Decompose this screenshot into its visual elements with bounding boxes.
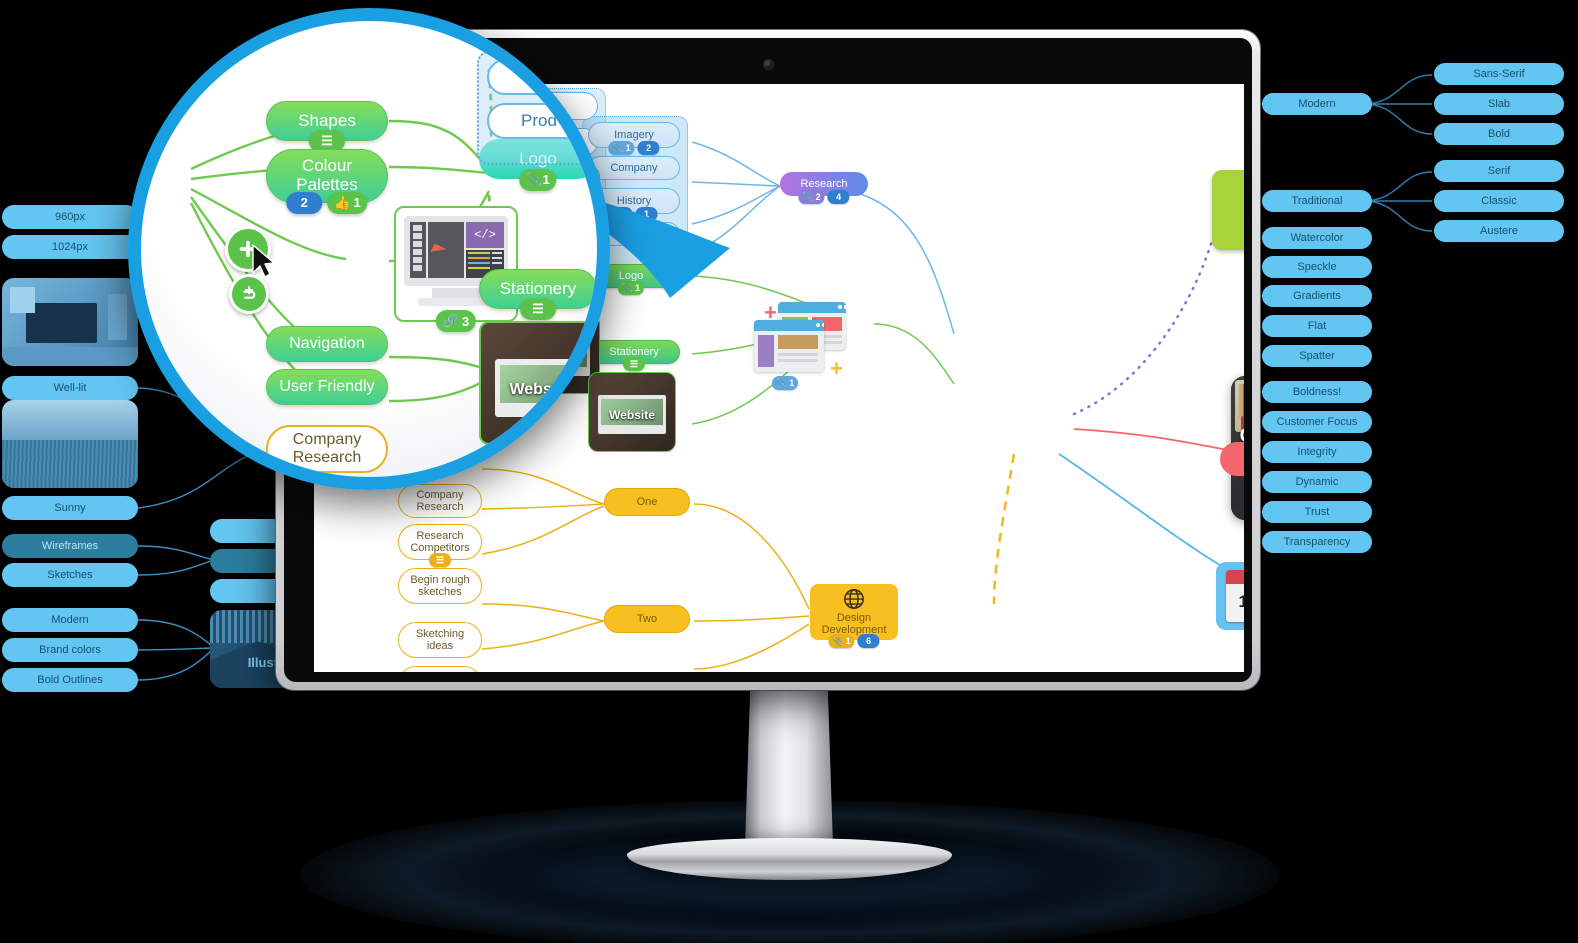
node-label: Stationery	[499, 278, 577, 298]
mindmap-node-company-research[interactable]: Company Research	[398, 484, 482, 518]
node-label: Research Competitors	[410, 529, 470, 554]
right-label-modern[interactable]: Modern	[1262, 93, 1372, 115]
right-label-speckle[interactable]: Speckle	[1262, 256, 1372, 278]
mindmap-node-research[interactable]: Research 📎 2 4	[780, 172, 868, 204]
attachment-badge: 📎1	[772, 376, 799, 390]
mindmap-node-lime-edge[interactable]	[1212, 170, 1244, 250]
magnifier-node-shapes[interactable]: Shapes ☰	[266, 101, 388, 152]
mindmap-node-build-on-strong-ideas[interactable]: Build on strong ideas	[398, 666, 482, 672]
left-label-brand-colors[interactable]: Brand colors	[2, 638, 138, 662]
left-label-modern[interactable]: Modern	[2, 608, 138, 632]
mindmap-icon-web-windows[interactable]: + + 📎 1	[754, 300, 850, 390]
webcam-icon	[764, 60, 773, 69]
left-photo-workspace	[2, 278, 138, 366]
node-badges: ☰	[520, 298, 556, 320]
node-label: Research	[800, 177, 848, 190]
magnifier-node-navigation[interactable]: Navigation	[266, 326, 388, 362]
magnifier-node-company-research[interactable]: Company Research	[266, 425, 388, 473]
monitor-neck	[745, 686, 833, 846]
magnifier-node-stationery[interactable]: Stationery ☰	[479, 269, 597, 320]
magnifier-node-blank[interactable]	[487, 59, 591, 95]
left-label-well-lit[interactable]: Well-lit	[2, 376, 138, 400]
right-label-dynamic[interactable]: Dynamic	[1262, 471, 1372, 493]
mindmap-node-red-edge[interactable]	[1220, 442, 1244, 476]
mindmap-node-begin-rough-sketches[interactable]: Begin rough sketches	[398, 568, 482, 604]
attachment-badge: 📎 2	[798, 190, 825, 204]
right-label-customer-focus[interactable]: Customer Focus	[1262, 411, 1372, 433]
right-label-slab[interactable]: Slab	[1434, 93, 1564, 115]
right-label-traditional[interactable]: Traditional	[1262, 190, 1372, 212]
count-badge: 4	[827, 190, 850, 204]
node-badges: ☰	[429, 553, 451, 567]
magnifier-content: Shapes ☰ Colour Palettes 2 👍 1 </> 🔗 3 N…	[141, 21, 597, 477]
note-badge: ☰	[429, 553, 451, 567]
left-label-wireframes[interactable]: Wireframes	[2, 534, 138, 558]
magnifier-node-colour-palettes[interactable]: Colour Palettes 2 👍 1	[266, 149, 388, 214]
attachment-badge: 📎1	[519, 169, 557, 191]
count-badge: 6	[857, 634, 880, 648]
node-badges: 📎 2 4	[798, 190, 850, 204]
right-label-classic[interactable]: Classic	[1434, 190, 1564, 212]
left-label-sketches[interactable]: Sketches	[2, 563, 138, 587]
mindmap-node-two[interactable]: Two	[604, 605, 690, 633]
count-badge: 2	[637, 141, 660, 155]
globe-icon	[844, 588, 864, 609]
left-label-960px[interactable]: 960px	[2, 205, 138, 229]
node-label: Colour Palettes	[296, 156, 358, 194]
left-photo-field	[2, 400, 138, 488]
mindmap-node-one[interactable]: One	[604, 488, 690, 516]
left-label-bold-outlines[interactable]: Bold Outlines	[2, 668, 138, 692]
code-icon: </>	[466, 222, 504, 248]
right-label-sans-serif[interactable]: Sans-Serif	[1434, 63, 1564, 85]
right-label-bold[interactable]: Bold	[1434, 123, 1564, 145]
mindmap-node-research-competitors[interactable]: Research Competitors ☰	[398, 524, 482, 567]
thumbsup-badge: 👍 1	[327, 192, 368, 214]
magnifier-node-user-friendly[interactable]: User Friendly	[266, 369, 388, 405]
magnifier-thumb-website[interactable]: Website	[479, 321, 597, 445]
arrow-cursor	[252, 244, 275, 278]
right-label-transparency[interactable]: Transparency	[1262, 531, 1372, 553]
right-label-boldness[interactable]: Boldness!	[1262, 381, 1372, 403]
right-label-serif[interactable]: Serif	[1434, 160, 1564, 182]
node-label: Shapes	[298, 110, 356, 130]
link-badge: 🔗 3	[435, 310, 477, 332]
plus-icon-yellow: +	[830, 356, 843, 381]
left-label-sunny[interactable]: Sunny	[2, 496, 138, 520]
right-label-flat[interactable]: Flat	[1262, 315, 1372, 337]
right-label-austere[interactable]: Austere	[1434, 220, 1564, 242]
count-badge: 2	[286, 192, 323, 214]
magnifier-lens: Shapes ☰ Colour Palettes 2 👍 1 </> 🔗 3 N…	[128, 8, 610, 490]
node-badges: 📎1	[519, 169, 557, 191]
node-badges: 2 👍 1	[286, 192, 368, 214]
right-label-watercolor[interactable]: Watercolor	[1262, 227, 1372, 249]
calendar-day: 12	[1238, 592, 1244, 611]
screenshot-root: 960px 1024px Well-lit Sunny Wireframes S…	[0, 0, 1578, 943]
right-label-spatter[interactable]: Spatter	[1262, 345, 1372, 367]
magnifier-node-products[interactable]: Prod	[487, 103, 591, 139]
right-label-trust[interactable]: Trust	[1262, 501, 1372, 523]
magnifier: Shapes ☰ Colour Palettes 2 👍 1 </> 🔗 3 N…	[120, 0, 730, 490]
right-label-gradients[interactable]: Gradients	[1262, 285, 1372, 307]
note-badge: ☰	[520, 298, 556, 320]
node-label: Design Development	[821, 611, 887, 636]
right-label-integrity[interactable]: Integrity	[1262, 441, 1372, 463]
mindmap-node-design-development[interactable]: Design Development 📎 1 6	[810, 584, 898, 648]
add-child-icon	[243, 286, 256, 299]
node-badges: 🔗 3	[435, 310, 477, 332]
node-badges: 📎 1 6	[828, 634, 880, 648]
mindmap-node-calendar-edge[interactable]: 12	[1216, 562, 1244, 630]
mindmap-node-sketching-ideas[interactable]: Sketching ideas	[398, 622, 482, 658]
plus-icon-red: +	[764, 300, 777, 325]
left-label-1024px[interactable]: 1024px	[2, 235, 138, 259]
attachment-badge: 📎1	[828, 634, 855, 648]
